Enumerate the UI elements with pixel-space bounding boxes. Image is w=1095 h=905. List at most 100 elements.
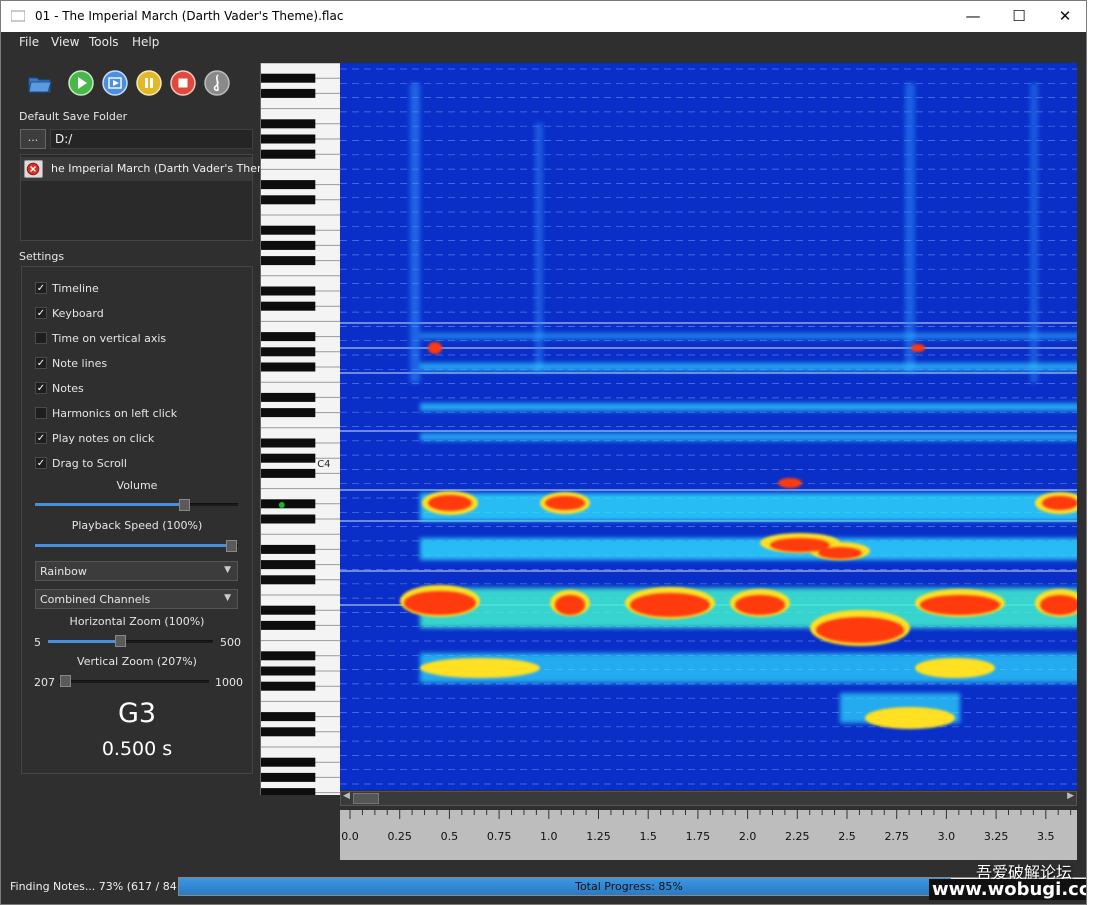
black-key[interactable] [261, 332, 316, 342]
black-key[interactable] [261, 499, 316, 509]
browse-folder-button[interactable]: ... [20, 129, 46, 149]
vertical-zoom-slider[interactable] [59, 680, 209, 683]
harmonics-checkbox[interactable] [35, 407, 47, 419]
treble-clef-icon[interactable] [204, 70, 230, 96]
play-selection-icon[interactable] [102, 70, 128, 96]
channels-select[interactable]: Combined Channels ▼ [35, 589, 238, 609]
file-list[interactable]: he Imperial March (Darth Vader's Theme) [20, 154, 279, 241]
black-key[interactable] [261, 88, 316, 98]
time-vertical-checkbox[interactable] [35, 332, 47, 344]
remove-file-icon[interactable] [24, 160, 43, 178]
play-notes-checkbox[interactable]: ✓ [35, 432, 47, 444]
menu-file[interactable]: File [19, 35, 39, 49]
black-key[interactable] [261, 73, 316, 83]
file-list-item[interactable]: he Imperial March (Darth Vader's Theme) [21, 157, 279, 181]
scroll-right-icon[interactable]: ▶ [1067, 791, 1074, 801]
minimize-button[interactable]: — [950, 1, 996, 32]
horizontal-zoom-label: Horizontal Zoom (100%) [69, 615, 205, 628]
menu-bar: File View Tools Help [1, 32, 1086, 54]
timeline-labels: 0.0 0.25 0.5 0.75 1.0 1.25 1.5 1.75 2.0 2.25 2.5 2.… [341, 830, 1054, 843]
black-key[interactable] [261, 301, 316, 311]
black-key[interactable] [261, 119, 316, 129]
black-key[interactable] [261, 757, 316, 767]
colormap-select[interactable]: Rainbow ▼ [35, 561, 238, 581]
timeline-checkbox[interactable]: ✓ [35, 282, 47, 294]
playback-speed-slider[interactable] [35, 544, 238, 547]
volume-handle[interactable] [179, 499, 190, 511]
horizontal-zoom-handle[interactable] [115, 635, 126, 647]
vertical-zoom-handle[interactable] [60, 675, 71, 687]
title-bar: 01 - The Imperial March (Darth Vader's T… [1, 1, 1086, 32]
menu-view[interactable]: View [51, 35, 79, 49]
note-lines-checkbox[interactable]: ✓ [35, 357, 47, 369]
stop-icon[interactable] [170, 70, 196, 96]
drag-scroll-checkbox[interactable]: ✓ [35, 457, 47, 469]
dropdown-arrow-icon: ▼ [224, 593, 231, 603]
black-key[interactable] [261, 575, 316, 585]
black-key[interactable] [261, 772, 316, 782]
open-folder-icon[interactable] [27, 70, 53, 96]
horizontal-zoom-slider[interactable] [48, 640, 213, 643]
check-icon: ✓ [36, 383, 46, 394]
black-key[interactable] [261, 468, 316, 478]
notes-checkbox[interactable]: ✓ [35, 382, 47, 394]
timeline-tick-label: 2.25 [785, 830, 810, 843]
vertical-zoom-min: 207 [34, 676, 55, 689]
black-key[interactable] [261, 347, 316, 357]
black-key[interactable] [261, 362, 316, 372]
piano-keyboard[interactable]: C4 [260, 63, 340, 795]
black-key[interactable] [261, 514, 316, 524]
timeline-tick-label: 3.0 [938, 830, 956, 843]
scroll-thumb[interactable] [353, 793, 379, 804]
file-name: he Imperial March (Darth Vader's Theme) [51, 162, 279, 175]
black-key[interactable] [261, 286, 316, 296]
harmonics-label: Harmonics on left click [52, 407, 178, 420]
black-key[interactable] [261, 620, 316, 630]
black-key[interactable] [261, 149, 316, 159]
black-key[interactable] [261, 438, 316, 448]
menu-tools[interactable]: Tools [89, 35, 119, 49]
app-icon [11, 10, 25, 22]
black-key[interactable] [261, 681, 316, 691]
black-key[interactable] [261, 712, 316, 722]
maximize-button[interactable]: ☐ [996, 1, 1042, 32]
black-key[interactable] [261, 408, 316, 418]
timeline-ruler[interactable]: 0.0 0.25 0.5 0.75 1.0 1.25 1.5 1.75 2.0 2.25 2.5 2.… [340, 810, 1077, 860]
black-key[interactable] [261, 256, 316, 266]
keyboard-checkbox[interactable]: ✓ [35, 307, 47, 319]
note-readout: G3 [117, 698, 157, 729]
playback-speed-handle[interactable] [226, 540, 237, 552]
black-key[interactable] [261, 666, 316, 676]
black-key[interactable] [261, 605, 316, 615]
black-key[interactable] [261, 788, 316, 795]
black-key[interactable] [261, 392, 316, 402]
status-text: Finding Notes... 73% (617 / 841) [10, 880, 189, 893]
horizontal-scrollbar[interactable]: ◀ ▶ [340, 791, 1077, 806]
black-key[interactable] [261, 727, 316, 737]
app-window: 01 - The Imperial March (Darth Vader's T… [0, 0, 1087, 905]
black-key[interactable] [261, 225, 316, 235]
black-key[interactable] [261, 544, 316, 554]
black-key[interactable] [261, 180, 316, 190]
current-note-marker [278, 502, 285, 508]
black-key[interactable] [261, 134, 316, 144]
play-icon[interactable] [68, 70, 94, 96]
watermark-url: www.wobugi.cc [929, 879, 1086, 900]
menu-help[interactable]: Help [132, 35, 159, 49]
close-button[interactable]: ✕ [1042, 1, 1086, 32]
note-lines-label: Note lines [52, 357, 108, 370]
save-folder-field[interactable]: D:/ [50, 129, 253, 149]
black-key[interactable] [261, 195, 316, 205]
scroll-left-icon[interactable]: ◀ [343, 791, 350, 801]
spectrogram-canvas[interactable] [340, 63, 1077, 790]
black-key[interactable] [261, 560, 316, 570]
volume-slider[interactable] [35, 503, 238, 506]
check-icon: ✓ [36, 358, 46, 369]
black-key[interactable] [261, 453, 316, 463]
black-key[interactable] [261, 240, 316, 250]
keyboard-label: Keyboard [52, 307, 104, 320]
pause-icon[interactable] [136, 70, 162, 96]
timeline-tick-label: 0.75 [487, 830, 512, 843]
colormap-value: Rainbow [40, 565, 87, 578]
black-key[interactable] [261, 651, 316, 661]
